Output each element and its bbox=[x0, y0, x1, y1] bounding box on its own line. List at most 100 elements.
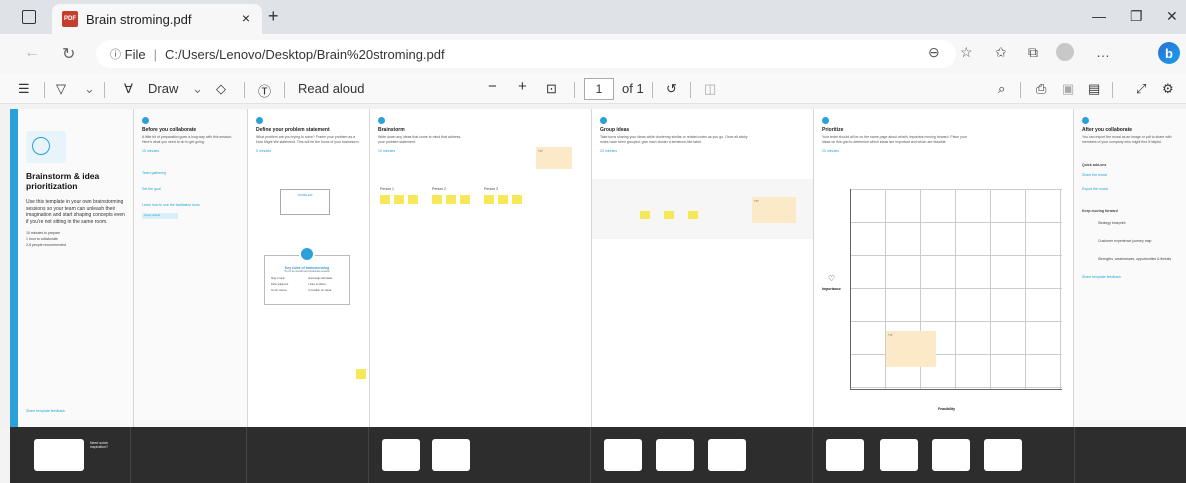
add-favorite-icon[interactable]: ☆ bbox=[960, 44, 973, 61]
contents-icon[interactable]: ☰ bbox=[18, 81, 30, 97]
text-icon[interactable]: Ⓣ bbox=[258, 81, 271, 100]
favorites-icon[interactable]: ✩ bbox=[995, 44, 1007, 61]
open-article-button[interactable]: Open article bbox=[142, 213, 178, 219]
panel-title: Define your problem statement bbox=[256, 127, 330, 133]
quick-addon-item[interactable]: Export the mural bbox=[1082, 187, 1178, 191]
draw-icon[interactable]: ∀ bbox=[124, 81, 133, 97]
page-number-input[interactable]: 1 bbox=[584, 78, 614, 100]
sticky-note[interactable] bbox=[640, 211, 650, 219]
sticky-note[interactable] bbox=[356, 369, 366, 379]
zoom-in-button[interactable]: + bbox=[518, 78, 527, 95]
eraser-icon[interactable]: ◇ bbox=[216, 81, 226, 97]
thumbnail[interactable] bbox=[984, 439, 1022, 471]
thumbnail[interactable] bbox=[432, 439, 470, 471]
panel-text: Write down any ideas that come to mind t… bbox=[378, 135, 461, 144]
tab-active[interactable]: PDF Brain stroming.pdf × bbox=[52, 4, 262, 34]
read-aloud-button[interactable]: Read aloud bbox=[298, 81, 365, 96]
sticky-note[interactable] bbox=[460, 195, 470, 204]
tab-bar: PDF Brain stroming.pdf × + — ❐ ✕ bbox=[0, 0, 1186, 34]
settings-icon[interactable]: ⚙ bbox=[1162, 81, 1174, 97]
intro-description: Use this template in your own brainstorm… bbox=[26, 199, 125, 225]
restore-icon[interactable]: ❐ bbox=[1130, 8, 1143, 25]
person-label: Person 3 bbox=[484, 187, 499, 191]
thumbnail[interactable] bbox=[382, 439, 420, 471]
search-icon[interactable]: ⌕ bbox=[998, 81, 1005, 97]
template-item[interactable]: Strengths, weaknesses, opportunities & t… bbox=[1082, 257, 1178, 261]
panel-text: What problem are you trying to solve? Fr… bbox=[256, 135, 360, 144]
save-icon[interactable]: ▣ bbox=[1062, 81, 1074, 97]
zoom-out-button[interactable]: − bbox=[488, 78, 497, 95]
heart-icon: ♡ bbox=[828, 274, 836, 283]
tip-note: TIP bbox=[536, 147, 572, 169]
inspiration-text: Need some inspiration? bbox=[90, 441, 108, 449]
thumbnail-strip: Need some inspiration? bbox=[10, 427, 1186, 483]
divider bbox=[244, 82, 245, 98]
zoom-icon[interactable]: ⊖ bbox=[928, 44, 940, 61]
thumbnail[interactable] bbox=[880, 439, 918, 471]
sticky-note[interactable] bbox=[380, 195, 390, 204]
panel-title: Brainstorm bbox=[378, 127, 405, 133]
refresh-icon[interactable]: ↻ bbox=[62, 44, 75, 64]
page-view-icon[interactable]: ◫ bbox=[704, 81, 716, 97]
thumbnail[interactable] bbox=[604, 439, 642, 471]
lightbulb-illustration bbox=[26, 131, 66, 163]
divider bbox=[1112, 82, 1113, 98]
draw-button[interactable]: Draw bbox=[148, 81, 178, 96]
chevron-down-icon[interactable]: ⌄ bbox=[84, 81, 95, 97]
pdf-page: Brainstorm & idea prioritization Use thi… bbox=[10, 109, 1186, 427]
address-input[interactable]: ⓘ File | C:/Users/Lenovo/Desktop/Brain%2… bbox=[96, 40, 956, 68]
profile-avatar[interactable] bbox=[1056, 43, 1074, 61]
page-total: of 1 bbox=[622, 81, 644, 96]
problem-box: PROBLEM bbox=[280, 189, 330, 215]
sticky-note[interactable] bbox=[408, 195, 418, 204]
print-icon[interactable]: ⎙ bbox=[1036, 81, 1046, 97]
thumbnail[interactable] bbox=[656, 439, 694, 471]
checklist-item: Set the goal bbox=[142, 187, 161, 191]
tab-actions-icon[interactable] bbox=[22, 10, 36, 24]
close-window-icon[interactable]: ✕ bbox=[1166, 8, 1178, 25]
more-menu-icon[interactable]: … bbox=[1096, 44, 1110, 60]
x-axis-label: Feasibility bbox=[938, 407, 956, 411]
person-label: Person 1 bbox=[380, 187, 395, 191]
sticky-note[interactable] bbox=[432, 195, 442, 204]
highlight-icon[interactable]: ▽ bbox=[56, 81, 66, 97]
sticky-note[interactable] bbox=[498, 195, 508, 204]
bing-icon[interactable]: b bbox=[1158, 42, 1180, 64]
panel-text: A little bit of preparation goes a long … bbox=[142, 135, 233, 144]
thumbnail[interactable] bbox=[708, 439, 746, 471]
sticky-note[interactable] bbox=[394, 195, 404, 204]
rule-item: Stay in topic. bbox=[271, 277, 286, 280]
fullscreen-icon[interactable]: ⤢ bbox=[1136, 81, 1146, 97]
save-as-icon[interactable]: ▤ bbox=[1088, 81, 1100, 97]
step-number-icon bbox=[822, 117, 829, 124]
feedback-link[interactable]: Share template feedback bbox=[1082, 275, 1178, 279]
quick-addon-item[interactable]: Share the mural bbox=[1082, 173, 1178, 177]
sticky-note[interactable] bbox=[446, 195, 456, 204]
address-prefix: File bbox=[124, 46, 146, 62]
template-item[interactable]: Customer experience journey map bbox=[1082, 239, 1178, 243]
pdf-viewport[interactable]: Brainstorm & idea prioritization Use thi… bbox=[0, 105, 1186, 427]
rotate-icon[interactable]: ↺ bbox=[666, 81, 677, 97]
thumbnail[interactable] bbox=[932, 439, 970, 471]
panel-title: Prioritize bbox=[822, 127, 844, 133]
time-tip: 5 minutes bbox=[256, 149, 272, 153]
thumbnail[interactable] bbox=[34, 439, 84, 471]
tip-note: TIP bbox=[886, 331, 936, 367]
pdf-file-icon: PDF bbox=[62, 11, 78, 27]
close-tab-icon[interactable]: × bbox=[242, 10, 250, 26]
collections-icon[interactable]: ⧉ bbox=[1028, 44, 1038, 61]
sticky-note[interactable] bbox=[664, 211, 674, 219]
feedback-link[interactable]: Share template feedback bbox=[26, 409, 65, 413]
minimize-icon[interactable]: — bbox=[1092, 8, 1106, 24]
template-item[interactable]: Strategy blueprint bbox=[1082, 221, 1178, 225]
new-tab-button[interactable]: + bbox=[268, 6, 279, 27]
step-number-icon bbox=[378, 117, 385, 124]
sticky-note[interactable] bbox=[484, 195, 494, 204]
fit-page-icon[interactable]: ⊡ bbox=[546, 81, 557, 97]
sticky-note[interactable] bbox=[512, 195, 522, 204]
thumbnail[interactable] bbox=[826, 439, 864, 471]
time-tip: 20 minutes bbox=[600, 149, 618, 153]
sticky-note[interactable] bbox=[688, 211, 698, 219]
chevron-down-icon[interactable]: ⌄ bbox=[192, 81, 203, 97]
back-icon[interactable]: ← bbox=[24, 44, 40, 62]
